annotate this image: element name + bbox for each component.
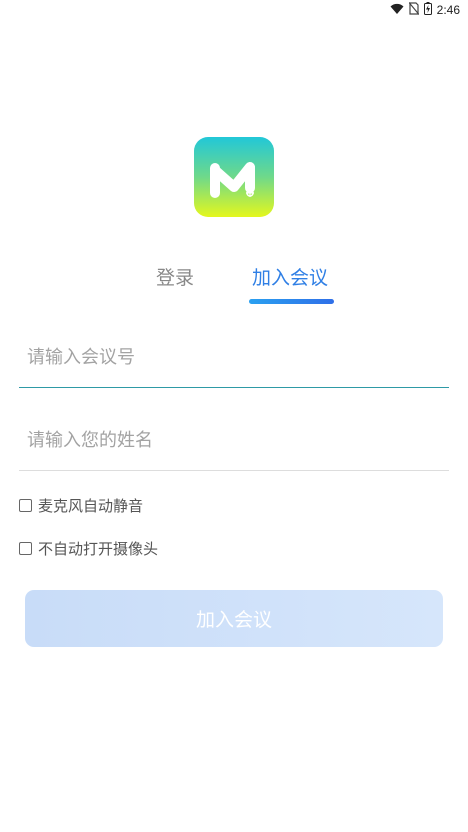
wifi-icon [390,3,404,18]
camera-off-option[interactable]: 不自动打开摄像头 [19,538,158,559]
status-bar: 2:46 [0,0,468,20]
mute-mic-label: 麦克风自动静音 [38,497,144,515]
tab-login[interactable]: 登录 [156,263,194,290]
app-logo-m-icon [194,137,274,217]
no-sim-icon [408,2,420,18]
name-field [19,420,449,471]
tab-join-meeting[interactable]: 加入会议 [252,263,328,290]
name-input[interactable] [19,420,449,460]
camera-off-checkbox[interactable] [19,542,32,555]
mute-mic-option[interactable]: 麦克风自动静音 [19,495,143,516]
mute-mic-checkbox[interactable] [19,499,32,512]
status-icons: 2:46 [390,2,460,18]
join-meeting-button[interactable]: 加入会议 [25,590,443,647]
meeting-id-input[interactable] [19,337,449,377]
tab-active-indicator [249,299,334,304]
status-time: 2:46 [436,3,460,17]
camera-off-label: 不自动打开摄像头 [38,540,159,558]
auth-tabs: 登录 加入会议 [0,255,468,315]
meeting-id-field [19,337,449,388]
battery-charging-icon [423,2,432,18]
